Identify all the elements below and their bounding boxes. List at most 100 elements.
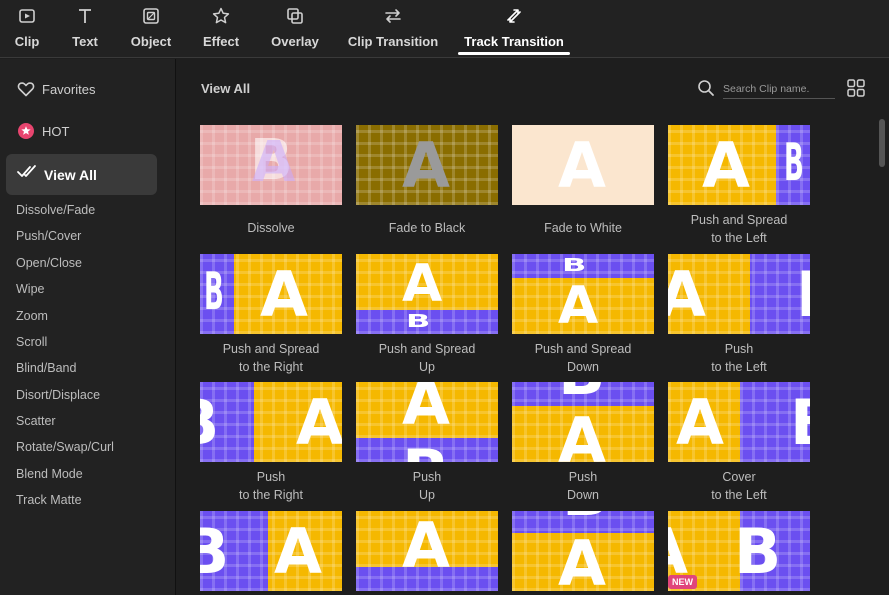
sidebar-category[interactable]: Push/Cover — [16, 229, 81, 243]
transition-thumbnail[interactable]: A — [512, 125, 654, 205]
caption-line: Cover — [722, 470, 756, 484]
clip-transition-icon — [385, 9, 401, 23]
transition-card[interactable]: AB Push Up — [356, 382, 498, 504]
transition-thumbnail[interactable]: BA — [512, 382, 654, 462]
sidebar-category[interactable]: Open/Close — [16, 256, 82, 270]
thumbnail-graphic: A — [668, 521, 688, 583]
thumbnail-graphic: A — [558, 129, 606, 202]
transition-card[interactable]: B A Push and Spread Down — [512, 254, 654, 376]
sidebar-category[interactable]: Dissolve/Fade — [16, 203, 95, 217]
transition-thumbnail[interactable]: A — [356, 125, 498, 205]
transition-thumbnail[interactable]: BA — [200, 125, 342, 205]
sidebar-category[interactable]: Rotate/Swap/Curl — [16, 440, 114, 454]
section-title: View All — [201, 81, 251, 96]
thumbnail-graphic: A — [402, 129, 450, 202]
thumbnail-graphic: A — [260, 258, 308, 331]
transition-card[interactable]: AB Cover to the Left — [668, 382, 810, 504]
sidebar-category[interactable]: Disort/Displace — [16, 388, 100, 402]
transition-card[interactable]: A — [356, 511, 498, 591]
transition-card[interactable]: A B Push and Spread to the Left — [668, 125, 810, 247]
sidebar-category[interactable]: Scatter — [16, 414, 56, 428]
transition-caption: Push to the Right — [200, 468, 342, 504]
thumbnail-graphic: B — [200, 392, 219, 454]
transition-card[interactable]: A B Push and Spread Up — [356, 254, 498, 376]
scrollbar-thumb[interactable] — [879, 119, 885, 167]
tab-label: Text — [72, 34, 98, 49]
transition-thumbnail[interactable]: BA — [512, 511, 654, 591]
tab-clip[interactable]: Clip — [14, 0, 40, 58]
transition-thumbnail[interactable]: BA — [512, 254, 654, 334]
transition-card[interactable]: B A Dissolve — [200, 125, 342, 237]
caption-line: Fade to White — [544, 221, 622, 235]
transition-thumbnail[interactable]: BA — [200, 511, 342, 591]
transition-thumbnail[interactable]: AB — [356, 254, 498, 334]
sidebar-item-view-all[interactable]: View All — [6, 154, 157, 195]
transition-card[interactable]: A Fade to Black — [356, 125, 498, 237]
tab-effect[interactable]: Effect — [203, 0, 239, 58]
thumbnail-graphic: A — [702, 129, 750, 202]
sidebar-category[interactable]: Blend Mode — [16, 467, 83, 481]
caption-line: to the Left — [711, 231, 767, 245]
sidebar-item-favorites[interactable]: Favorites — [16, 79, 95, 99]
transition-card[interactable]: B A Push and Spread to the Right — [200, 254, 342, 376]
tab-label: Overlay — [271, 34, 319, 49]
transition-gallery: View All BADissolveAFade to BlackAFade t… — [177, 59, 889, 595]
caption-line: Fade to Black — [388, 221, 466, 235]
transition-caption: Push and Spread to the Left — [668, 211, 810, 247]
transition-card[interactable]: AB Pushto the Left — [668, 254, 810, 376]
transition-thumbnail[interactable]: AB NEW — [668, 511, 810, 591]
track-transition-icon — [507, 9, 521, 23]
transition-caption: Cover to the Left — [668, 468, 810, 504]
effect-icon — [212, 7, 230, 24]
sidebar-category[interactable]: Blind/Band — [16, 361, 76, 375]
transition-caption: Dissolve — [200, 219, 342, 237]
thumbnail-graphic: A — [668, 258, 706, 331]
transition-thumbnail[interactable]: AB — [356, 382, 498, 462]
caption-line: Push and Spread — [222, 342, 320, 356]
search-input[interactable] — [723, 79, 835, 99]
thumbnail-graphic: B — [784, 133, 804, 193]
search-icon[interactable] — [697, 79, 715, 97]
transition-thumbnail[interactable]: BA — [200, 254, 342, 334]
transition-thumbnail[interactable]: AB — [668, 382, 810, 462]
sidebar-item-hot[interactable]: HOT — [16, 121, 69, 141]
transition-card[interactable]: BA — [200, 511, 342, 591]
transition-card[interactable]: BA Push Down — [512, 382, 654, 504]
tab-overlay[interactable]: Overlay — [271, 0, 319, 58]
caption-line: to the Right — [239, 488, 303, 502]
thumbnail-graphic: A — [252, 130, 296, 195]
thumbnail-graphic: B — [734, 515, 782, 588]
sidebar-category[interactable]: Wipe — [16, 282, 44, 296]
thumbnail-graphic: B — [562, 254, 587, 276]
caption-line: Push — [412, 470, 442, 484]
caption-line: to the Left — [711, 488, 767, 502]
transition-thumbnail[interactable]: AB — [668, 125, 810, 205]
sidebar-category[interactable]: Scroll — [16, 335, 47, 349]
transition-card[interactable]: AB NEW — [668, 511, 810, 591]
transition-thumbnail[interactable]: AB — [668, 254, 810, 334]
thumbnail-graphic: A — [402, 254, 443, 314]
transition-card[interactable]: BA — [512, 511, 654, 591]
sidebar-item-label: Favorites — [42, 81, 96, 97]
transition-card[interactable]: BA Pushto the Right — [200, 382, 342, 504]
thumbnail-graphic: A — [274, 515, 322, 588]
sidebar-category[interactable]: Track Matte — [16, 493, 82, 507]
clip-icon — [19, 9, 35, 23]
tab-object[interactable]: Object — [131, 0, 171, 58]
tab-text[interactable]: Text — [70, 0, 100, 58]
transition-thumbnail[interactable]: A — [356, 511, 498, 591]
tab-track-transition[interactable]: Track Transition — [464, 0, 564, 58]
thumbnail-graphic: A — [676, 386, 724, 459]
caption-line: to the Right — [239, 360, 303, 374]
tab-label: Effect — [202, 34, 240, 49]
tab-clip-transition[interactable]: Clip Transition — [348, 0, 438, 58]
transition-thumbnail[interactable]: BA — [200, 382, 342, 462]
grid-view-icon[interactable] — [847, 79, 865, 97]
transition-card[interactable]: A Fade to White — [512, 125, 654, 237]
transition-caption: Push to the Left — [668, 340, 810, 376]
caption-line: Up — [419, 488, 435, 502]
heart-icon — [16, 79, 36, 99]
tab-label: Clip — [14, 34, 40, 49]
thumbnail-graphic: A — [402, 511, 450, 582]
sidebar-category[interactable]: Zoom — [16, 309, 48, 323]
